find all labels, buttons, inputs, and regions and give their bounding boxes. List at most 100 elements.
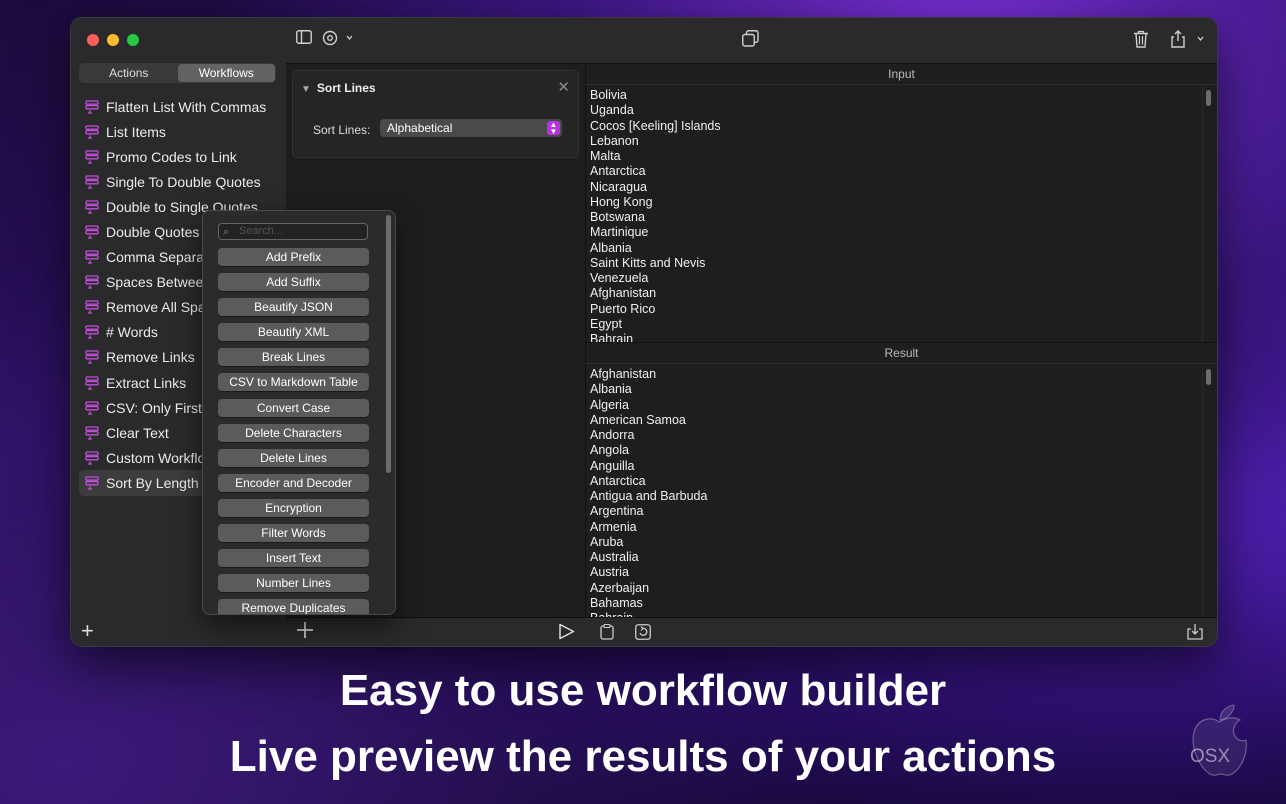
result-line: Anguilla: [590, 458, 635, 473]
action-card-title: ▼ Sort Lines: [301, 81, 376, 95]
input-line: Antarctica: [590, 164, 646, 179]
workflow-stack-icon: [85, 225, 99, 239]
workflow-stack-icon: [85, 426, 99, 440]
result-line: Afghanistan: [590, 367, 657, 381]
add-action-popover: ⌕ Search... Add Prefix Add Suffix Beautify…: [202, 210, 396, 615]
result-line: American Samoa: [590, 412, 686, 427]
input-line: Afghanistan: [590, 286, 657, 301]
workflow-item-label: Comma Separat: [106, 249, 208, 266]
sort-order-select[interactable]: Alphabetical ▲ ▼: [380, 119, 562, 137]
workflow-item-label: Remove All Spa: [106, 299, 206, 316]
result-line: Argentina: [590, 504, 644, 519]
paste-clipboard-icon[interactable]: [600, 623, 614, 645]
action-option-button[interactable]: Delete Characters: [218, 423, 369, 442]
workflow-stack-icon: [85, 300, 99, 314]
input-line: Cocos [Keeling] Islands: [590, 118, 721, 133]
workflow-item-label: Spaces Betweer: [106, 274, 208, 291]
swap-results-icon[interactable]: [635, 624, 651, 645]
result-line: Aruba: [590, 534, 624, 549]
action-card-sort-lines: ▼ Sort Lines ✕ Sort Lines: Alphabetical ▲…: [292, 70, 579, 158]
close-action-button[interactable]: ✕: [557, 78, 570, 96]
action-option-button[interactable]: Add Prefix: [218, 248, 369, 266]
input-pane: Input Bolivia Uganda Cocos [Keeling] Islan…: [586, 64, 1217, 343]
zoom-window-button[interactable]: [127, 34, 139, 46]
osx-logo-text: OSX: [1190, 746, 1230, 767]
action-option-button[interactable]: Filter Words: [218, 524, 369, 543]
workflow-stack-icon: [85, 275, 99, 289]
result-line: Andorra: [590, 428, 635, 442]
workflow-stack-icon: [85, 375, 99, 390]
add-workflow-button[interactable]: +: [81, 620, 94, 642]
select-arrows-icon: ▲ ▼: [547, 121, 560, 136]
segment-actions[interactable]: Actions: [80, 64, 178, 82]
settings-gear-icon[interactable]: [322, 30, 353, 50]
share-icon[interactable]: [1170, 30, 1204, 52]
result-scrollbar[interactable]: [1202, 363, 1217, 618]
input-line: Albania: [590, 240, 632, 255]
action-option-button[interactable]: Number Lines: [218, 574, 369, 593]
workflow-item[interactable]: Promo Codes to Link: [79, 144, 279, 169]
minimize-window-button[interactable]: [107, 34, 119, 46]
popover-scrollbar[interactable]: [386, 215, 391, 473]
workflow-item-label: List Items: [106, 123, 166, 140]
action-option-button[interactable]: CSV to Markdown Table: [218, 373, 369, 392]
input-scroll-thumb[interactable]: [1206, 90, 1211, 106]
input-scrollbar[interactable]: [1202, 84, 1217, 342]
export-download-icon[interactable]: [1187, 623, 1203, 645]
action-search-field[interactable]: ⌕ Search...: [218, 223, 368, 240]
workflow-item[interactable]: Single To Double Quotes: [79, 169, 279, 194]
action-button-list: Add Prefix Add Suffix Beautify JSON Beautif…: [218, 248, 369, 614]
input-line: Puerto Rico: [590, 301, 656, 316]
workflow-item-label: Flatten List With Commas: [106, 98, 267, 115]
action-option-button[interactable]: Encoder and Decoder: [218, 473, 369, 492]
workflow-item-label: Extract Links: [106, 374, 187, 391]
window-controls: [87, 34, 139, 46]
input-text-area[interactable]: Bolivia Uganda Cocos [Keeling] Islands Leba…: [586, 85, 1217, 342]
result-line: Armenia: [590, 519, 637, 534]
workflow-stack-icon: [85, 175, 99, 189]
workflow-stack-icon: [85, 476, 99, 490]
result-line: Antarctica: [590, 473, 646, 488]
workflow-stack-icon: [85, 99, 99, 114]
workflow-item[interactable]: List Items: [79, 119, 279, 144]
bottom-bar: [286, 617, 1217, 646]
workflow-item-label: Single To Double Quotes: [106, 173, 261, 190]
action-option-button[interactable]: Add Suffix: [218, 273, 369, 292]
workflow-stack-icon: [85, 451, 99, 465]
workflow-item-label: Remove Links: [106, 349, 195, 366]
result-line: Albania: [590, 382, 632, 397]
action-option-button[interactable]: Beautify XML: [218, 323, 369, 342]
workflow-stack-icon: [85, 124, 99, 139]
input-header: Input: [586, 64, 1217, 85]
result-header: Result: [586, 343, 1217, 364]
action-option-button[interactable]: Remove Duplicates: [218, 599, 369, 614]
workflow-stack-icon: [85, 150, 99, 164]
input-line: Saint Kitts and Nevis: [590, 255, 706, 270]
action-option-button[interactable]: Break Lines: [218, 348, 369, 367]
close-window-button[interactable]: [87, 34, 99, 46]
result-line: Algeria: [590, 397, 629, 412]
run-workflow-play-icon[interactable]: [558, 623, 575, 645]
action-option-button[interactable]: Beautify JSON: [218, 298, 369, 317]
action-option-button[interactable]: Delete Lines: [218, 448, 369, 467]
disclosure-triangle-icon[interactable]: ▼: [301, 84, 311, 95]
add-action-button[interactable]: [296, 621, 314, 644]
input-line: Egypt: [590, 316, 622, 331]
segment-workflows[interactable]: Workflows: [177, 64, 275, 82]
input-line: Malta: [590, 149, 621, 163]
caption-line-1: Easy to use workflow builder: [339, 666, 947, 715]
workflow-item[interactable]: Flatten List With Commas: [79, 94, 279, 119]
copy-workflow-icon[interactable]: [742, 30, 759, 51]
result-text-area[interactable]: Afghanistan Albania Algeria American Samoa A…: [586, 364, 1217, 618]
toggle-sidebar-icon[interactable]: [296, 30, 312, 48]
result-line: Australia: [590, 550, 639, 564]
action-option-button[interactable]: Encryption: [218, 498, 369, 517]
action-title-text: Sort Lines: [316, 81, 376, 95]
action-option-button[interactable]: Insert Text: [218, 549, 369, 568]
trash-icon[interactable]: [1133, 30, 1149, 52]
workflow-stack-icon: [85, 350, 99, 365]
action-option-button[interactable]: Convert Case: [218, 398, 369, 417]
io-area: Input Bolivia Uganda Cocos [Keeling] Islan…: [586, 64, 1217, 618]
result-scroll-thumb[interactable]: [1206, 369, 1211, 385]
toolbar: [286, 18, 1217, 64]
